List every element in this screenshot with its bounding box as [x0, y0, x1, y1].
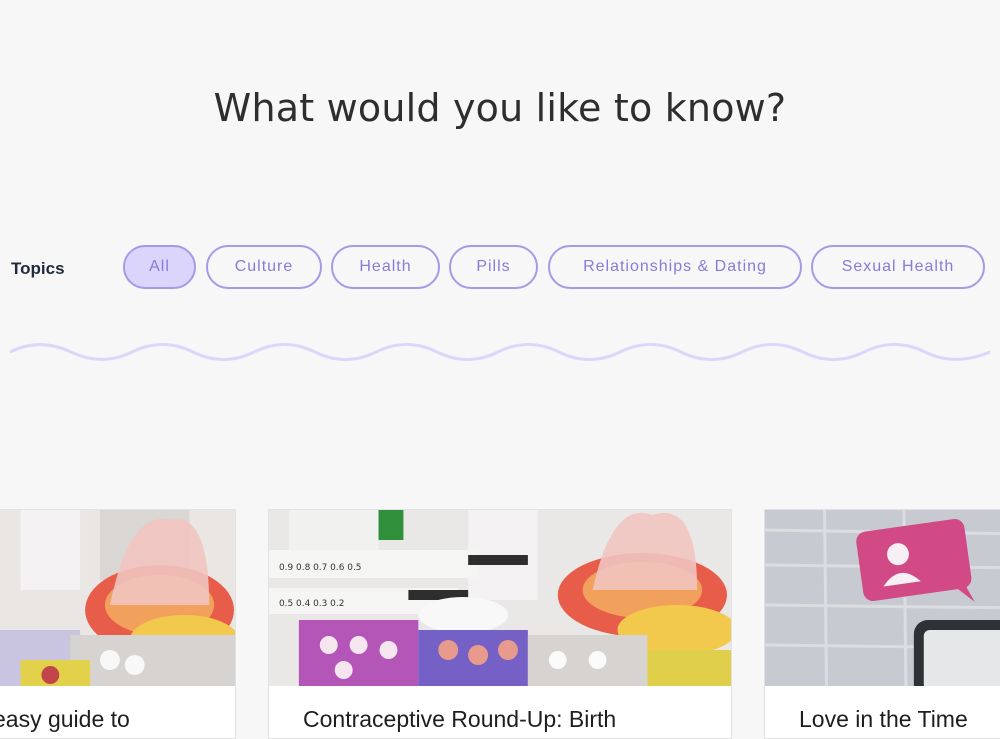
article-card[interactable]: Love in the Time — [764, 509, 1000, 739]
topic-chip-all[interactable]: All — [123, 245, 196, 289]
article-title: Contraceptive Round-Up: Birth — [303, 706, 617, 732]
topic-chip-pills[interactable]: Pills — [449, 245, 538, 289]
topics-label: Topics — [11, 259, 65, 278]
article-title: easy guide to — [0, 706, 130, 732]
topic-chip-health[interactable]: Health — [331, 245, 440, 289]
contraceptives-image — [0, 510, 235, 686]
article-card[interactable]: 0.9 0.8 0.7 0.6 0.5 0.5 0.4 0.3 0.2 Cont… — [268, 509, 732, 739]
svg-text:0.9 0.8 0.7 0.6 0.5: 0.9 0.8 0.7 0.6 0.5 — [279, 563, 362, 573]
article-card[interactable]: easy guide to — [0, 509, 236, 739]
wave-divider — [10, 343, 990, 361]
dating-profile-image — [765, 510, 1000, 686]
svg-text:0.5 0.4 0.3 0.2: 0.5 0.4 0.3 0.2 — [279, 599, 344, 609]
article-title: Love in the Time — [799, 706, 968, 732]
contraceptives-image: 0.9 0.8 0.7 0.6 0.5 0.5 0.4 0.3 0.2 — [269, 510, 731, 686]
topic-chip-culture[interactable]: Culture — [206, 245, 322, 289]
topic-chip-relationships-dating[interactable]: Relationships & Dating — [548, 245, 802, 289]
page-headline: What would you like to know? — [213, 86, 787, 130]
topic-chip-sexual-health[interactable]: Sexual Health — [811, 245, 985, 289]
